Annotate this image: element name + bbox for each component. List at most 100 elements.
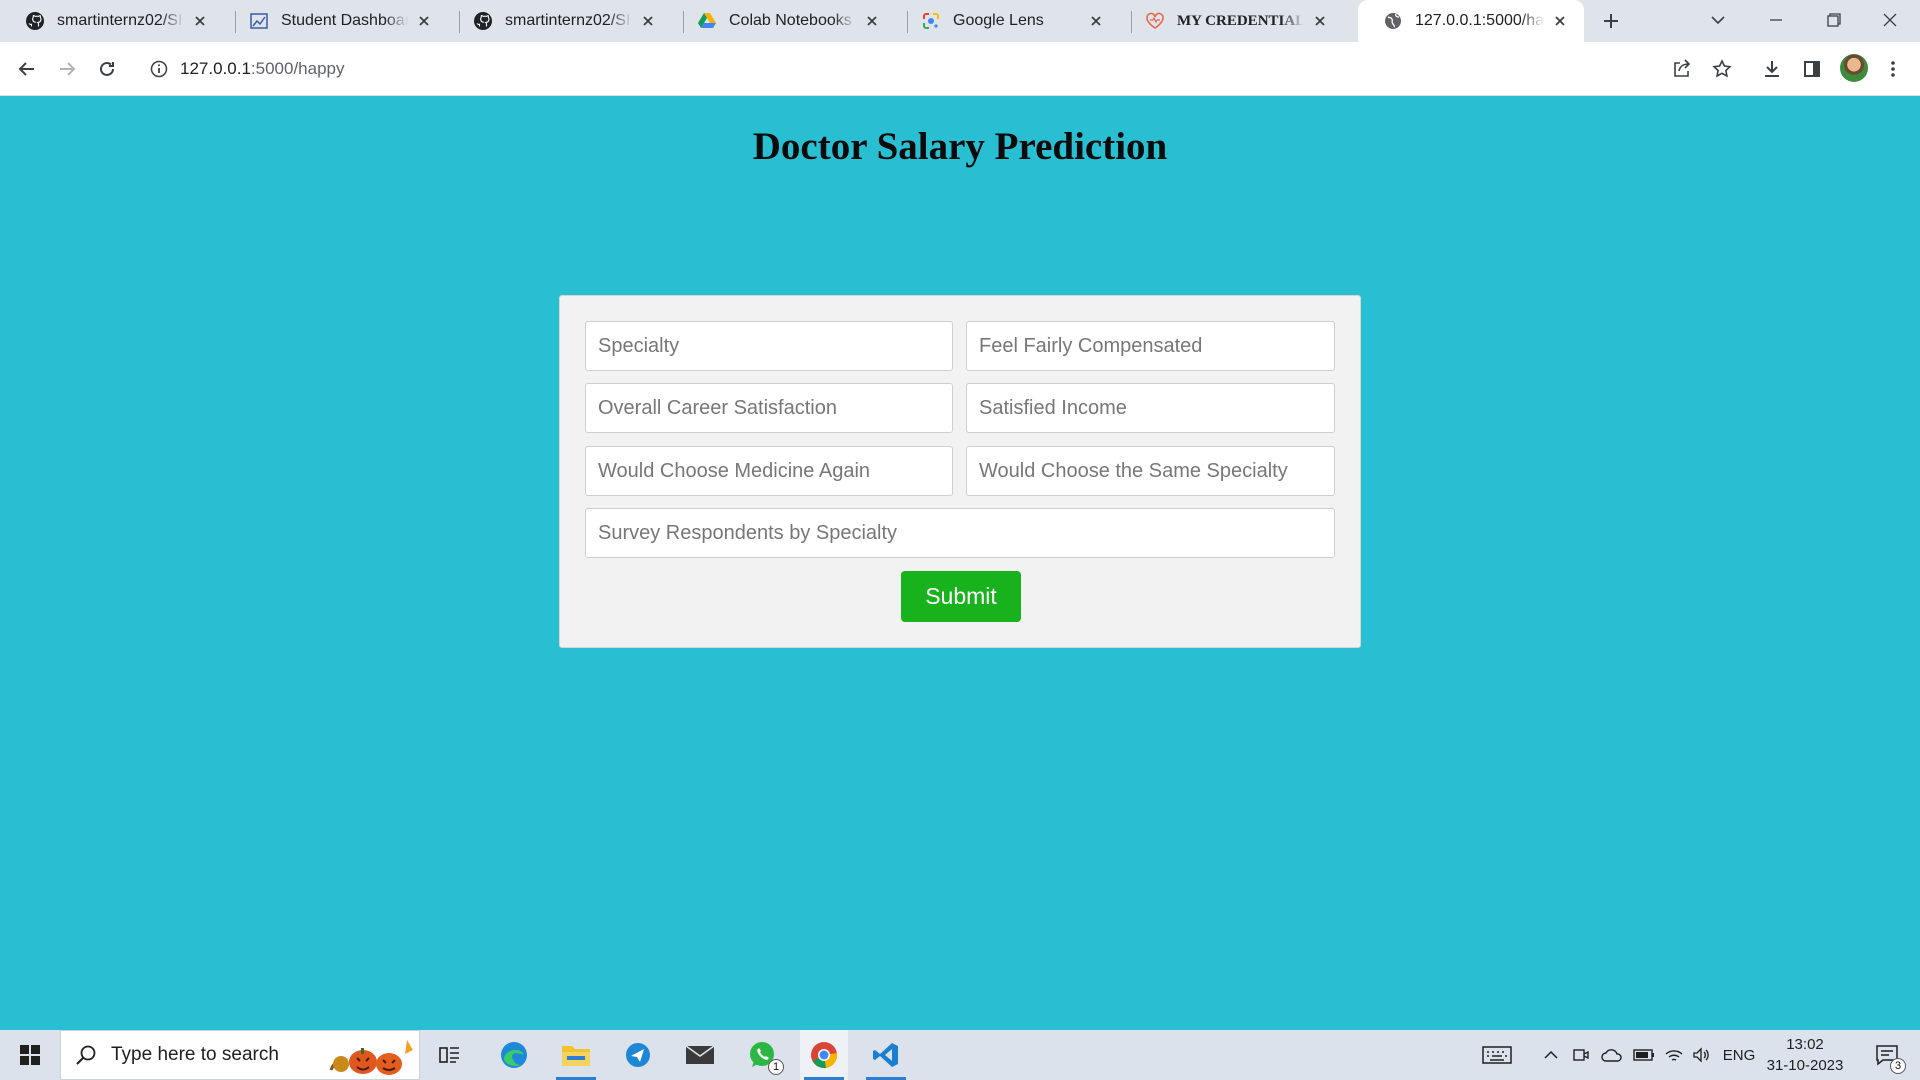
taskbar-file-explorer[interactable] bbox=[552, 1030, 600, 1080]
taskbar-mail[interactable] bbox=[676, 1030, 724, 1080]
windows-logo-icon bbox=[20, 1045, 40, 1065]
forward-button[interactable] bbox=[52, 54, 82, 84]
would-choose-medicine-again-input[interactable] bbox=[585, 446, 953, 496]
address-bar[interactable]: 127.0.0.1:5000/happy bbox=[140, 48, 1700, 90]
tab-search-button[interactable] bbox=[1690, 0, 1746, 40]
taskbar-chrome[interactable] bbox=[800, 1030, 848, 1080]
tray-onedrive[interactable] bbox=[1598, 1030, 1626, 1080]
taskbar-vscode[interactable] bbox=[862, 1030, 910, 1080]
survey-respondents-input[interactable] bbox=[585, 508, 1335, 558]
reload-button[interactable] bbox=[92, 54, 122, 84]
close-window-button[interactable] bbox=[1862, 0, 1918, 40]
mail-icon bbox=[685, 1045, 715, 1064]
page-title: Doctor Salary Prediction bbox=[752, 125, 1168, 168]
tray-volume[interactable] bbox=[1688, 1030, 1716, 1080]
task-view-icon bbox=[439, 1047, 459, 1063]
speaker-icon bbox=[1693, 1047, 1709, 1063]
close-icon[interactable] bbox=[1086, 11, 1106, 31]
wifi-icon bbox=[1665, 1050, 1683, 1061]
tab-title: smartinternz02/SI-GuidedProject bbox=[57, 12, 184, 29]
search-icon bbox=[76, 1045, 96, 1065]
keyboard-icon bbox=[1482, 1046, 1512, 1064]
google-drive-icon bbox=[697, 11, 717, 31]
side-panel-icon bbox=[1804, 61, 1820, 77]
taskbar-whatsapp[interactable]: 1 bbox=[738, 1030, 786, 1080]
tab-title: smartinternz02/SI-GuidedProject bbox=[505, 12, 632, 29]
notification-center-button[interactable]: 3 bbox=[1864, 1030, 1910, 1080]
globe-icon bbox=[1383, 11, 1403, 31]
satisfied-income-input[interactable] bbox=[966, 383, 1335, 433]
share-button[interactable] bbox=[1667, 54, 1697, 84]
start-button[interactable] bbox=[0, 1030, 60, 1080]
tray-meet-now[interactable] bbox=[1568, 1030, 1594, 1080]
halloween-pumpkins-icon bbox=[329, 1040, 413, 1075]
download-icon bbox=[1765, 61, 1779, 77]
battery-icon bbox=[1633, 1049, 1654, 1061]
windows-taskbar: Type here to search 1 ENG 13:02 31-10-20… bbox=[0, 1030, 1920, 1080]
new-tab-button[interactable] bbox=[1598, 8, 1624, 34]
tab-github-2[interactable]: smartinternz02/SI-GuidedProject bbox=[448, 0, 672, 42]
close-icon bbox=[1883, 13, 1897, 27]
touch-keyboard-button[interactable] bbox=[1476, 1030, 1518, 1080]
tab-github-1[interactable]: smartinternz02/SI-GuidedProject bbox=[0, 0, 224, 42]
back-button[interactable] bbox=[12, 54, 42, 84]
tab-my-credentials[interactable]: MY CREDENTIALS & CERTIFICATES bbox=[1120, 0, 1344, 42]
feel-fairly-compensated-input[interactable] bbox=[966, 321, 1335, 371]
profile-avatar[interactable] bbox=[1840, 54, 1868, 82]
tab-localhost-happy[interactable]: 127.0.0.1:5000/happy bbox=[1358, 0, 1584, 42]
side-panel-button[interactable] bbox=[1797, 54, 1827, 84]
google-lens-icon bbox=[921, 11, 941, 31]
share-icon bbox=[1674, 59, 1691, 77]
tab-google-lens[interactable]: Google Lens bbox=[896, 0, 1120, 42]
tab-colab-notebooks[interactable]: Colab Notebooks - Google Drive bbox=[672, 0, 896, 42]
restore-icon bbox=[1827, 13, 1841, 27]
close-icon[interactable] bbox=[414, 11, 434, 31]
submit-button[interactable]: Submit bbox=[901, 571, 1021, 622]
chrome-icon bbox=[811, 1042, 838, 1069]
tab-title: 127.0.0.1:5000/happy bbox=[1415, 12, 1544, 29]
minimize-icon bbox=[1770, 19, 1782, 21]
clock-time: 13:02 bbox=[1786, 1036, 1824, 1053]
tab-title: Student Dashboard bbox=[281, 12, 408, 29]
close-icon[interactable] bbox=[638, 11, 658, 31]
would-choose-same-specialty-input[interactable] bbox=[966, 446, 1335, 496]
show-hidden-icons-button[interactable] bbox=[1538, 1030, 1564, 1080]
vscode-icon bbox=[873, 1043, 898, 1067]
taskbar-search[interactable]: Type here to search bbox=[60, 1030, 420, 1080]
overall-career-satisfaction-input[interactable] bbox=[585, 383, 953, 433]
star-icon bbox=[1712, 59, 1732, 78]
meet-now-icon bbox=[1573, 1049, 1589, 1061]
taskbar-app-blue[interactable] bbox=[614, 1030, 662, 1080]
site-info-icon[interactable] bbox=[148, 58, 170, 80]
tab-title: Google Lens bbox=[953, 12, 1044, 29]
taskbar-clock[interactable]: 13:02 31-10-2023 bbox=[1760, 1034, 1850, 1076]
prediction-form: Submit bbox=[559, 295, 1361, 648]
tab-student-dashboard[interactable]: Student Dashboard bbox=[224, 0, 448, 42]
github-icon bbox=[25, 11, 45, 31]
tray-battery[interactable] bbox=[1630, 1030, 1658, 1080]
close-icon[interactable] bbox=[1310, 11, 1330, 31]
taskbar-edge[interactable] bbox=[490, 1030, 538, 1080]
github-icon bbox=[473, 11, 493, 31]
close-icon[interactable] bbox=[190, 11, 210, 31]
downloads-button[interactable] bbox=[1757, 54, 1787, 84]
task-view-button[interactable] bbox=[430, 1030, 470, 1080]
specialty-input[interactable] bbox=[585, 321, 953, 371]
dashboard-icon bbox=[249, 11, 269, 31]
menu-button[interactable] bbox=[1878, 54, 1908, 84]
tab-title: Colab Notebooks - Google Drive bbox=[729, 12, 856, 29]
bookmark-button[interactable] bbox=[1707, 54, 1737, 84]
close-icon[interactable] bbox=[1550, 11, 1570, 31]
tray-language[interactable]: ENG bbox=[1718, 1030, 1760, 1080]
tab-title: MY CREDENTIALS & CERTIFICATES bbox=[1177, 12, 1304, 29]
folder-icon bbox=[562, 1046, 590, 1066]
close-icon[interactable] bbox=[862, 11, 882, 31]
clock-date: 31-10-2023 bbox=[1766, 1057, 1844, 1074]
reload-icon bbox=[100, 61, 114, 76]
heart-icon bbox=[1145, 11, 1165, 31]
restore-button[interactable] bbox=[1806, 0, 1862, 40]
url-host: 127.0.0.1 bbox=[180, 59, 251, 78]
arrow-left-icon bbox=[18, 62, 34, 76]
minimize-button[interactable] bbox=[1748, 0, 1804, 40]
tray-wifi[interactable] bbox=[1660, 1030, 1688, 1080]
